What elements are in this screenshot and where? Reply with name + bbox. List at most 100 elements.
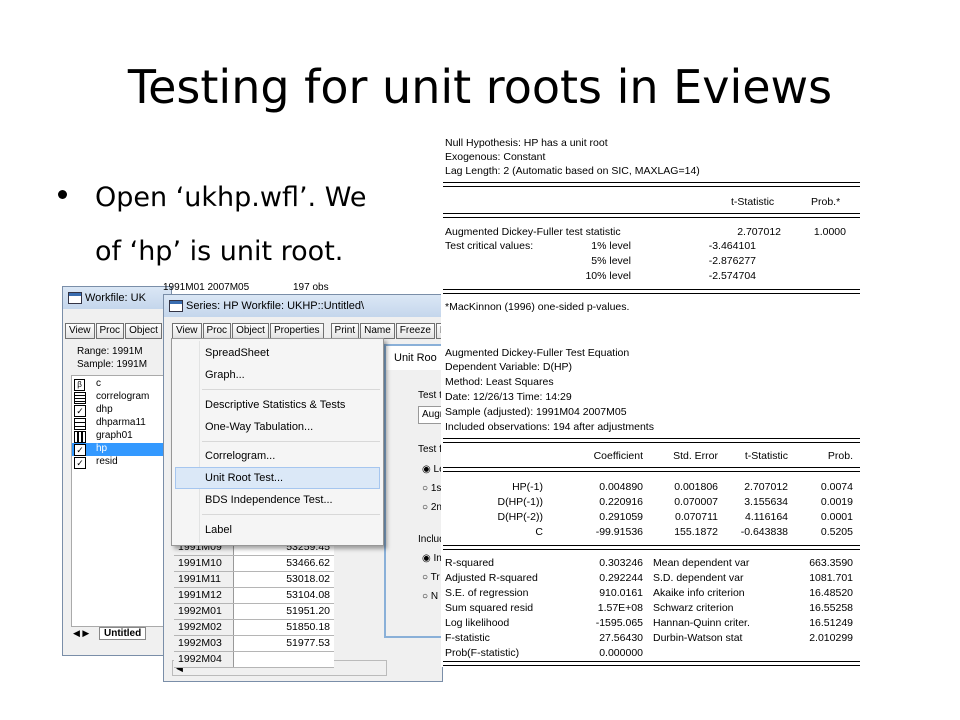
dep-var: Dependent Variable: D(HP) (445, 361, 573, 373)
workfile-object[interactable]: correlogram (72, 391, 171, 404)
crit-level: 1% level (591, 240, 631, 252)
col-coefficient: Coefficient (593, 450, 643, 462)
table-row: 1991M10 53466.62 (174, 556, 334, 572)
stat-value: -1595.065 (595, 617, 643, 629)
stat-label: Sum squared resid (445, 602, 534, 614)
view-menu[interactable]: SpreadSheet Graph... Descriptive Statist… (171, 338, 384, 546)
stat-label: S.D. dependent var (653, 572, 744, 584)
rule (443, 438, 860, 443)
series-icon: ✓ (74, 405, 86, 417)
stat-value: 27.56430 (599, 632, 643, 644)
stat-value: 0.303246 (599, 557, 643, 569)
stat-value: 16.55258 (809, 602, 853, 614)
series-titlebar[interactable]: Series: HP Workfile: UKHP::Untitled\ (164, 295, 442, 317)
stat-value: 910.0161 (599, 587, 643, 599)
table-row: 1992M01 51951.20 (174, 604, 334, 620)
workfile-object[interactable]: ✓ resid (72, 456, 171, 469)
reg-var: D(HP(-1)) (497, 496, 544, 508)
reg-t: 3.155634 (744, 496, 788, 508)
menu-separator (202, 389, 380, 390)
footnote: *MacKinnon (1996) one-sided p-values. (445, 301, 630, 313)
menu-item-spreadsheet[interactable]: SpreadSheet (205, 344, 269, 362)
proc-button[interactable]: Proc (202, 323, 232, 339)
menu-item-correlogram[interactable]: Correlogram... (205, 447, 275, 465)
radio-none[interactable]: ○ N (422, 591, 438, 602)
menu-item-label[interactable]: Label (205, 521, 232, 539)
crit-label: Test critical values: (445, 240, 534, 252)
radio-intercept[interactable]: ◉ In (422, 553, 442, 564)
menu-item-unit-root-test[interactable]: Unit Root Test... (205, 469, 283, 487)
radio-trend-intercept[interactable]: ○ Tr (422, 572, 440, 583)
print-button[interactable]: Print (330, 323, 360, 339)
reg-coef: -99.91536 (595, 526, 643, 538)
workfile-object-list[interactable]: βc correlogram ✓ dhp dhparma11 graph01 ✓ h… (71, 375, 171, 627)
reg-var: C (535, 526, 543, 538)
menu-item-one-way-tabulation[interactable]: One-Way Tabulation... (205, 418, 313, 436)
tab-untitled[interactable]: Untitled (99, 627, 147, 640)
rule (443, 545, 860, 550)
null-hypothesis: Null Hypothesis: HP has a unit root (445, 137, 608, 149)
menu-item-bds-test[interactable]: BDS Independence Test... (205, 491, 333, 509)
menu-item-graph[interactable]: Graph... (205, 366, 245, 384)
test-for-group-label: Test f (418, 444, 442, 455)
workfile-object[interactable]: βc (72, 378, 171, 391)
workfile-view-button[interactable]: View (65, 323, 95, 339)
object-button[interactable]: Object (232, 323, 269, 339)
exogenous: Exogenous: Constant (445, 151, 546, 163)
table-row: 1991M11 53018.02 (174, 572, 334, 588)
beta-icon: β (74, 379, 85, 391)
adf-label: Augmented Dickey-Fuller test statistic (445, 226, 621, 238)
workfile-window[interactable]: Workfile: UK View Proc Object Range: 1991M… (62, 286, 172, 656)
table-row: 1992M02 51850.18 (174, 620, 334, 636)
reg-p: 0.0019 (820, 496, 853, 508)
series-icon: ✓ (74, 444, 86, 456)
col-prob: Prob. (827, 450, 853, 462)
workfile-range: Range: 1991M (77, 346, 143, 357)
reg-coef: 0.004890 (599, 481, 643, 493)
menu-separator (202, 514, 380, 515)
stat-label: R-squared (445, 557, 495, 569)
sample-adjusted: Sample (adjusted): 1991M04 2007M05 (445, 406, 627, 418)
series-range-header: 1991M01 2007M05 (163, 282, 250, 293)
radio-second-diff[interactable]: ○ 2n (422, 502, 442, 513)
radio-first-diff[interactable]: ○ 1s (422, 483, 441, 494)
name-button[interactable]: Name (360, 323, 395, 339)
stat-label: Durbin-Watson stat (653, 632, 743, 644)
reg-var: HP(-1) (512, 481, 543, 493)
workfile-title: Workfile: UK (85, 292, 146, 304)
reg-var: D(HP(-2)) (497, 511, 544, 523)
stat-label: Akaike info criterion (653, 587, 745, 599)
bullet-line-1: Open ‘ukhp.wfl’. We (95, 182, 367, 213)
workfile-object[interactable]: dhparma11 (72, 417, 171, 430)
graph-icon (74, 431, 86, 443)
workfile-object-button[interactable]: Object (125, 323, 162, 339)
workfile-proc-button[interactable]: Proc (95, 323, 125, 339)
view-button[interactable]: View (172, 323, 202, 339)
col-std-error: Std. Error (673, 450, 718, 462)
workfile-object[interactable]: graph01 (72, 430, 171, 443)
properties-button[interactable]: Properties (269, 323, 324, 339)
reg-se: 155.1872 (674, 526, 718, 538)
crit-level: 5% level (591, 255, 631, 267)
reg-p: 0.0074 (820, 481, 853, 493)
method: Method: Least Squares (445, 376, 554, 388)
menu-item-descriptive-stats[interactable]: Descriptive Statistics & Tests (205, 396, 345, 414)
workfile-object[interactable]: ✓ dhp (72, 404, 171, 417)
col-prob: Prob.* (811, 196, 841, 208)
workfile-sample: Sample: 1991M (77, 359, 148, 370)
adf-prob: 1.0000 (813, 226, 846, 238)
reg-p: 0.0001 (820, 511, 853, 523)
menu-separator (202, 441, 380, 442)
stat-value: 16.51249 (809, 617, 853, 629)
reg-t: 4.116164 (744, 511, 788, 523)
rule (443, 213, 860, 218)
workfile-titlebar[interactable]: Workfile: UK (63, 287, 171, 309)
adf-t: 2.707012 (737, 226, 781, 238)
series-obs-header: 197 obs (293, 282, 329, 293)
tab-scroll-arrows[interactable]: ◀ ▶ (73, 628, 89, 639)
reg-t: -0.643838 (740, 526, 788, 538)
reg-p: 0.5205 (820, 526, 853, 538)
stat-label: Adjusted R-squared (445, 572, 538, 584)
workfile-object-selected[interactable]: ✓ hp (72, 443, 171, 456)
freeze-button[interactable]: Freeze (395, 323, 435, 339)
